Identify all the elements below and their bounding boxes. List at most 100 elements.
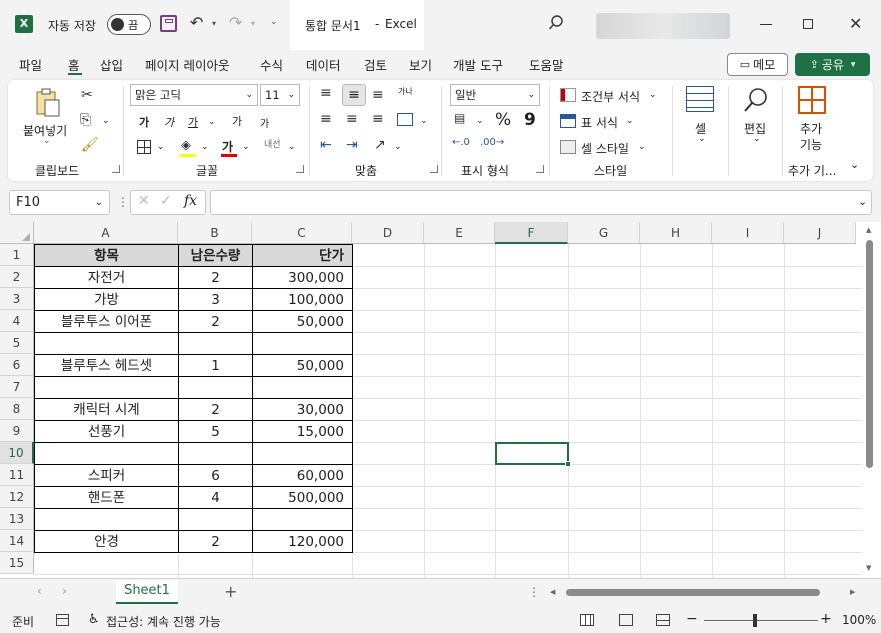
table-cell[interactable] <box>34 376 179 399</box>
table-cell[interactable]: 300,000 <box>252 266 353 289</box>
zoom-slider-track[interactable] <box>704 620 818 621</box>
align-right-icon[interactable]: ≡ <box>372 112 384 126</box>
table-cell[interactable]: 2 <box>178 398 253 421</box>
underline-button[interactable]: 가 <box>188 114 198 130</box>
scroll-up-icon[interactable]: ▲ <box>866 226 871 234</box>
accessibility-status[interactable]: 접근성: 계속 진행 가능 <box>106 613 221 630</box>
table-cell[interactable]: 100,000 <box>252 288 353 311</box>
table-cell[interactable] <box>34 508 179 531</box>
table-cell[interactable]: 2 <box>178 310 253 333</box>
autosave-toggle[interactable]: 끔 <box>107 14 151 35</box>
menu-insert[interactable]: 삽입 <box>100 55 123 74</box>
menu-page-layout[interactable]: 페이지 레이아웃 <box>145 55 229 74</box>
orientation-icon[interactable]: ↗ <box>374 138 386 152</box>
name-box[interactable]: F10 ⌄ <box>9 190 110 215</box>
cells-icon[interactable] <box>686 86 714 112</box>
bold-button[interactable]: 가 <box>139 114 149 130</box>
column-header-c[interactable]: C <box>252 222 352 244</box>
underline-dropdown-icon[interactable]: ⌄ <box>208 117 216 127</box>
row-header-12[interactable]: 12 <box>0 486 34 508</box>
table-cell[interactable] <box>34 332 179 355</box>
table-cell[interactable] <box>252 442 353 465</box>
align-top-icon[interactable]: ≡ <box>320 86 332 100</box>
align-left-icon[interactable]: ≡ <box>320 112 332 126</box>
table-cell[interactable]: 30,000 <box>252 398 353 421</box>
table-cell[interactable]: 50,000 <box>252 310 353 333</box>
column-header-f[interactable]: F <box>495 222 568 244</box>
table-cell[interactable]: 3 <box>178 288 253 311</box>
table-cell[interactable]: 5 <box>178 420 253 443</box>
column-header-g[interactable]: G <box>568 222 640 244</box>
table-cell[interactable]: 120,000 <box>252 530 353 553</box>
phonetic-button[interactable]: 내선 <box>264 137 281 150</box>
account-area[interactable] <box>596 13 730 39</box>
close-icon[interactable]: ✕ <box>849 14 862 33</box>
menu-formulas[interactable]: 수식 <box>260 55 283 74</box>
table-header-cell[interactable]: 단가 <box>252 244 353 267</box>
menu-help[interactable]: 도움말 <box>529 55 564 74</box>
column-header-h[interactable]: H <box>640 222 712 244</box>
row-header-2[interactable]: 2 <box>0 266 34 288</box>
row-header-11[interactable]: 11 <box>0 464 34 486</box>
row-header-3[interactable]: 3 <box>0 288 34 310</box>
table-cell[interactable]: 캐릭터 시계 <box>34 398 179 421</box>
table-cell[interactable]: 2 <box>178 266 253 289</box>
zoom-in-icon[interactable]: + <box>820 611 832 627</box>
undo-dropdown-icon[interactable]: ▾ <box>212 19 216 28</box>
increase-indent-icon[interactable]: ⇥ <box>346 138 358 152</box>
scroll-down-icon[interactable]: ▼ <box>866 564 871 572</box>
decrease-decimal-icon[interactable]: .00→ <box>480 138 504 148</box>
minimize-icon[interactable] <box>760 24 772 25</box>
table-cell[interactable]: 스피커 <box>34 464 179 487</box>
row-header-1[interactable]: 1 <box>0 244 34 266</box>
zoom-level[interactable]: 100% <box>842 613 876 627</box>
comma-style-button[interactable]: 9 <box>524 110 536 130</box>
table-cell[interactable]: 블루투스 헤드셋 <box>34 354 179 377</box>
zoom-out-icon[interactable]: − <box>686 611 698 627</box>
column-header-j[interactable]: J <box>784 222 856 244</box>
font-color-button[interactable]: 가 <box>222 138 233 155</box>
cut-icon[interactable]: ✂ <box>81 88 93 102</box>
table-cell[interactable] <box>178 332 253 355</box>
font-size-select[interactable]: 11 ⌄ <box>260 84 300 106</box>
table-cell[interactable]: 15,000 <box>252 420 353 443</box>
table-cell[interactable]: 500,000 <box>252 486 353 509</box>
add-ins-label-bottom[interactable]: 기능 <box>800 136 822 153</box>
accessibility-icon[interactable]: ♿ <box>88 612 100 627</box>
maximize-icon[interactable] <box>803 19 813 29</box>
next-sheet-icon[interactable]: › <box>62 584 67 598</box>
active-cell-highlight[interactable] <box>495 442 569 465</box>
orientation-dropdown-icon[interactable]: ⌄ <box>394 142 402 152</box>
page-layout-view-icon[interactable] <box>619 614 633 626</box>
tab-scroll-divider-icon[interactable]: ⋮ <box>528 585 540 599</box>
table-cell[interactable] <box>252 508 353 531</box>
borders-icon[interactable] <box>137 140 151 154</box>
font-launcher-icon[interactable] <box>296 165 304 173</box>
add-ins-icon[interactable] <box>798 86 826 114</box>
shrink-font-button[interactable]: 가 <box>260 115 269 130</box>
table-cell[interactable]: 2 <box>178 530 253 553</box>
copy-dropdown-icon[interactable]: ⌄ <box>102 116 110 126</box>
row-header-8[interactable]: 8 <box>0 398 34 420</box>
menu-data[interactable]: 데이터 <box>306 55 341 74</box>
customize-qat-icon[interactable]: ⌄ <box>270 17 278 27</box>
table-cell[interactable] <box>178 442 253 465</box>
wrap-text-button[interactable]: 가나 <box>398 86 413 97</box>
font-color-dropdown-icon[interactable]: ⌄ <box>242 142 250 152</box>
increase-decimal-icon[interactable]: ←.0 <box>452 138 470 148</box>
table-cell[interactable]: 자전거 <box>34 266 179 289</box>
horizontal-scroll-thumb[interactable] <box>566 589 820 596</box>
add-sheet-button[interactable]: + <box>224 582 237 601</box>
table-cell[interactable]: 4 <box>178 486 253 509</box>
column-header-a[interactable]: A <box>34 222 178 244</box>
row-header-10[interactable]: 10 <box>0 442 34 464</box>
table-cell[interactable]: 핸드폰 <box>34 486 179 509</box>
table-header-cell[interactable]: 남은수량 <box>178 244 253 267</box>
merge-center-icon[interactable] <box>397 113 413 126</box>
table-cell[interactable] <box>252 376 353 399</box>
fill-color-dropdown-icon[interactable]: ⌄ <box>201 142 209 152</box>
hscroll-left-icon[interactable]: ◀ <box>550 588 555 596</box>
percent-style-button[interactable]: % <box>495 110 511 130</box>
comments-button[interactable]: ▭ 메모 <box>727 53 788 76</box>
row-header-9[interactable]: 9 <box>0 420 34 442</box>
